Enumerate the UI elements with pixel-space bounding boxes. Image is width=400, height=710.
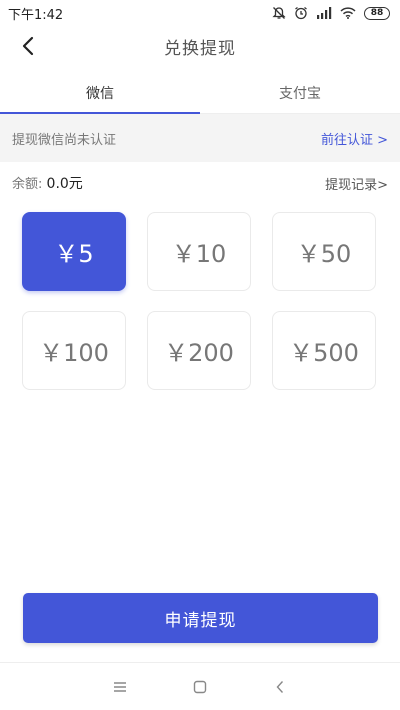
status-icons: 88 [272, 6, 390, 20]
status-bar: 下午1:42 88 [0, 0, 400, 26]
home-button[interactable] [186, 673, 214, 701]
apply-withdraw-button[interactable]: 申请提现 [23, 593, 378, 643]
balance: 余额: 0.0元 [12, 173, 83, 193]
tab-alipay[interactable]: 支付宝 [200, 72, 400, 113]
battery-icon: 88 [364, 6, 390, 20]
amount-grid: ￥5 ￥10 ￥50 ￥100 ￥200 ￥500 [22, 212, 378, 390]
nav-bar: 兑换提现 [0, 26, 400, 66]
back-button[interactable] [14, 32, 42, 60]
balance-label: 余额: [12, 177, 43, 192]
home-icon [193, 680, 207, 693]
amount-option-200[interactable]: ￥200 [147, 311, 251, 390]
system-nav-bar [0, 662, 400, 710]
menu-icon [114, 681, 126, 692]
verify-link[interactable]: 前往认证 > [321, 129, 388, 148]
amount-option-10[interactable]: ￥10 [147, 212, 251, 291]
tab-wechat[interactable]: 微信 [0, 72, 200, 114]
status-time: 下午1:42 [8, 7, 64, 23]
chevron-left-icon [22, 36, 34, 56]
menu-button[interactable] [106, 673, 134, 701]
back-icon [276, 680, 284, 693]
signal-icon [317, 7, 332, 19]
balance-value: 0.0元 [46, 176, 83, 192]
amount-option-50[interactable]: ￥50 [272, 212, 376, 291]
payment-tabs: 微信 支付宝 [0, 72, 400, 114]
alarm-icon [295, 6, 307, 20]
amount-option-500[interactable]: ￥500 [272, 311, 376, 390]
mute-bell-icon [272, 7, 286, 19]
system-back-button[interactable] [266, 673, 294, 701]
verification-notice: 提现微信尚未认证 前往认证 > [0, 114, 400, 162]
wifi-icon [340, 7, 356, 19]
amount-option-100[interactable]: ￥100 [22, 311, 126, 390]
balance-row: 余额: 0.0元 提现记录> [0, 170, 400, 196]
notice-text: 提现微信尚未认证 [12, 132, 117, 148]
withdraw-records-link[interactable]: 提现记录> [325, 174, 388, 193]
page-title: 兑换提现 [164, 38, 236, 59]
amount-option-5[interactable]: ￥5 [22, 212, 126, 291]
